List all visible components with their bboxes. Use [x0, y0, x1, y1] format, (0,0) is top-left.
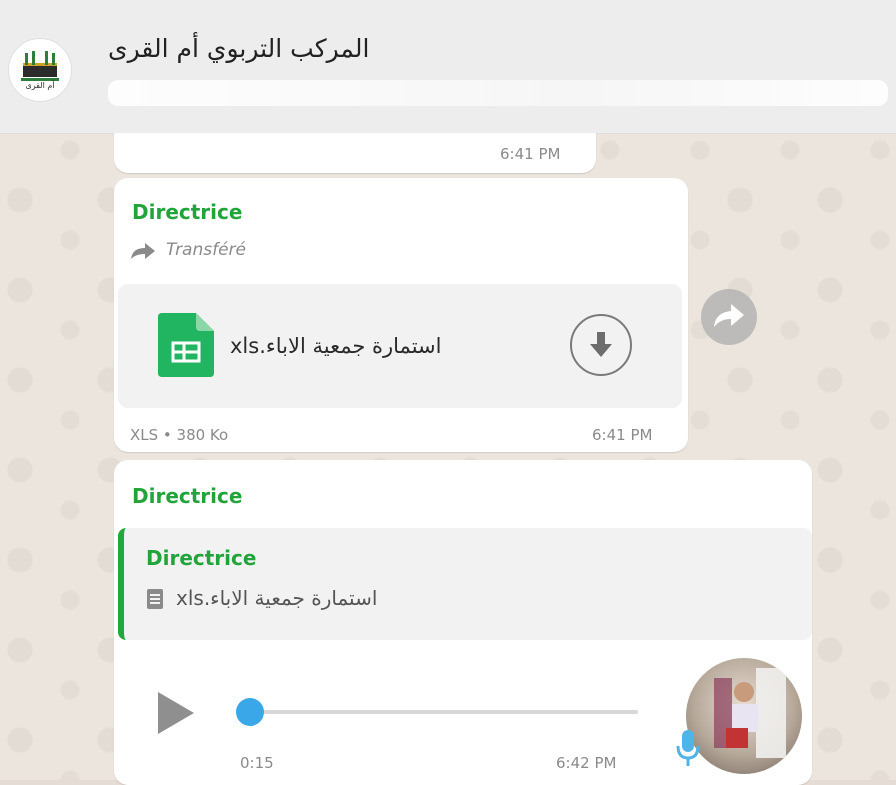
voice-progress-handle[interactable]	[236, 698, 264, 726]
quoted-file-name: استمارة جمعية الاباء.xls	[176, 586, 378, 610]
document-attachment[interactable]: استمارة جمعية الاباء.xls	[118, 284, 682, 408]
message-time: 6:41 PM	[500, 145, 561, 163]
download-button[interactable]	[570, 314, 632, 376]
message-bubble-voice[interactable]: Directrice Directrice استمارة جمعية الاب…	[114, 460, 812, 785]
share-forward-icon	[713, 303, 745, 333]
forwarded-label: Transféré	[166, 240, 246, 260]
voice-progress-track[interactable]	[242, 710, 638, 714]
group-logo-icon	[21, 51, 59, 81]
document-file-name[interactable]: استمارة جمعية الاباء.xls	[230, 334, 441, 358]
chat-header[interactable]: أم القرى المركب التربوي أم القرى	[0, 0, 896, 134]
microphone-icon	[676, 728, 700, 772]
message-time: 6:41 PM	[592, 426, 653, 444]
group-avatar[interactable]: أم القرى	[8, 38, 72, 102]
spreadsheet-file-icon	[158, 313, 214, 381]
document-meta: XLS • 380 Ko	[130, 426, 229, 444]
message-bubble-partial[interactable]: 6:41 PM	[114, 133, 596, 173]
message-sender[interactable]: Directrice	[132, 200, 242, 224]
quoted-sender: Directrice	[146, 546, 257, 570]
sender-avatar[interactable]	[686, 658, 802, 774]
download-arrow-icon	[588, 330, 614, 364]
group-logo-caption: أم القرى	[25, 81, 55, 90]
message-bubble-document[interactable]: Directrice Transféré استمارة جمعية الابا…	[114, 178, 688, 452]
group-participants-redacted	[108, 80, 888, 106]
document-icon	[146, 588, 164, 614]
avatar-photo-icon	[714, 668, 786, 758]
message-sender[interactable]: Directrice	[132, 484, 242, 508]
message-time: 6:42 PM	[556, 754, 617, 772]
forward-message-button[interactable]	[701, 289, 757, 345]
group-name[interactable]: المركب التربوي أم القرى	[108, 34, 369, 63]
quoted-message[interactable]: Directrice استمارة جمعية الاباء.xls	[118, 528, 812, 640]
play-icon[interactable]	[156, 690, 196, 740]
forward-arrow-icon	[130, 242, 156, 264]
voice-duration: 0:15	[240, 754, 274, 772]
